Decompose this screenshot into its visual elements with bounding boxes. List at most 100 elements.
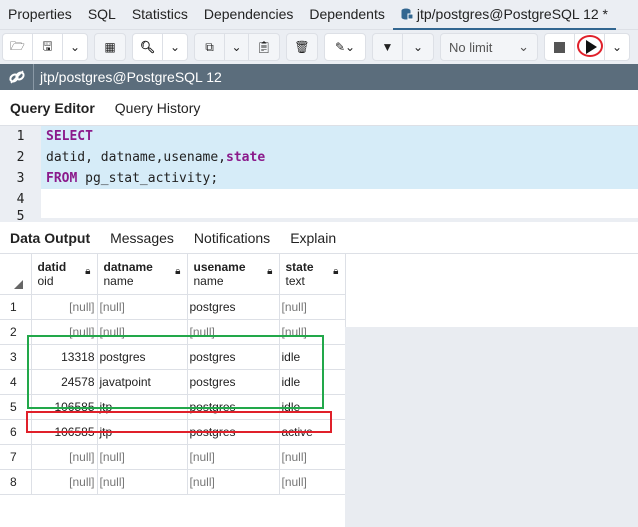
find-dropdown-button[interactable]: ⌄ bbox=[163, 34, 187, 60]
paste-button[interactable]: 📋︎ bbox=[249, 34, 279, 60]
tab-notifications[interactable]: Notifications bbox=[184, 230, 280, 246]
cell-datname[interactable]: jtp bbox=[97, 394, 188, 420]
filter-dropdown-button[interactable]: ⌄ bbox=[403, 34, 433, 60]
cell-datname[interactable]: [null] bbox=[97, 294, 188, 320]
cell-state[interactable]: [null] bbox=[279, 444, 346, 470]
cell-datid[interactable]: [null] bbox=[31, 444, 98, 470]
tab-properties[interactable]: Properties bbox=[0, 0, 80, 30]
data-grid: datid oid 🔒︎ datname name 🔒︎ usename name 🔒︎ s… bbox=[0, 254, 638, 527]
cell-usename[interactable]: [null] bbox=[187, 319, 280, 345]
row-number[interactable]: 6 bbox=[0, 419, 32, 445]
edit-group: ✎⌄ bbox=[324, 33, 366, 61]
cell-datname[interactable]: [null] bbox=[97, 469, 188, 495]
save-file-button[interactable]: 🖫 bbox=[33, 34, 63, 60]
copy-button[interactable]: ⧉ bbox=[195, 34, 225, 60]
find-group: 🔍︎ ⌄ bbox=[132, 33, 188, 61]
column-header-datid[interactable]: datid oid 🔒︎ bbox=[31, 254, 98, 295]
open-file-button[interactable]: 🗁 bbox=[3, 34, 33, 60]
cell-usename[interactable]: [null] bbox=[187, 444, 280, 470]
cell-state[interactable]: idle bbox=[279, 369, 346, 395]
table-row[interactable]: 7 [null] [null] [null] [null] bbox=[0, 444, 346, 470]
lock-icon: 🔒︎ bbox=[175, 266, 181, 277]
tab-dependencies[interactable]: Dependencies bbox=[196, 0, 302, 30]
select-all-corner[interactable] bbox=[0, 254, 32, 295]
execute-button[interactable] bbox=[575, 34, 605, 60]
table-row[interactable]: 2 [null] [null] [null] [null] bbox=[0, 319, 346, 345]
row-number[interactable]: 1 bbox=[0, 294, 32, 320]
panel-tabs: Properties SQL Statistics Dependencies D… bbox=[0, 0, 638, 30]
query-toolbar: 🗁 🖫 ⌄ ▦ 🔍︎ ⌄ ⧉ ⌄ 📋︎ 🗑 ✎⌄ ▼ ⌄ No limit ⌄ ⌄ bbox=[0, 30, 638, 64]
row-number[interactable]: 8 bbox=[0, 469, 32, 495]
cell-datname[interactable]: [null] bbox=[97, 444, 188, 470]
sql-editor[interactable]: 1 SELECT 2 datid, datname,usename,state … bbox=[0, 126, 638, 222]
row-number[interactable]: 7 bbox=[0, 444, 32, 470]
tab-dependents[interactable]: Dependents bbox=[301, 0, 393, 30]
cell-usename[interactable]: [null] bbox=[187, 469, 280, 495]
save-dropdown-button[interactable]: ⌄ bbox=[63, 34, 87, 60]
column-type: name bbox=[193, 273, 224, 288]
column-header-usename[interactable]: usename name 🔒︎ bbox=[187, 254, 280, 295]
tab-messages[interactable]: Messages bbox=[100, 230, 184, 246]
cell-datname[interactable]: javatpoint bbox=[97, 369, 188, 395]
tab-data-output[interactable]: Data Output bbox=[0, 230, 100, 246]
find-button[interactable]: 🔍︎ bbox=[133, 34, 163, 60]
cell-datid[interactable]: 106585 bbox=[31, 419, 98, 445]
cell-state[interactable]: active bbox=[279, 419, 346, 445]
row-number[interactable]: 4 bbox=[0, 369, 32, 395]
filter-button[interactable]: ▼ bbox=[373, 34, 403, 60]
row-number[interactable]: 5 bbox=[0, 394, 32, 420]
output-tabs: Data Output Messages Notifications Expla… bbox=[0, 222, 638, 254]
cell-usename[interactable]: postgres bbox=[187, 394, 280, 420]
edit-dropdown-button[interactable]: ✎⌄ bbox=[325, 34, 365, 60]
cell-datname[interactable]: postgres bbox=[97, 344, 188, 370]
line-code bbox=[41, 189, 638, 210]
execute-dropdown-button[interactable]: ⌄ bbox=[605, 34, 629, 60]
cell-datid[interactable]: 24578 bbox=[31, 369, 98, 395]
chevron-down-icon: ⌄ bbox=[412, 40, 424, 54]
cell-usename[interactable]: postgres bbox=[187, 294, 280, 320]
column-header-state[interactable]: state text 🔒︎ bbox=[279, 254, 346, 295]
tab-query-history[interactable]: Query History bbox=[105, 100, 211, 116]
tab-sql[interactable]: SQL bbox=[80, 0, 124, 30]
cell-state[interactable]: [null] bbox=[279, 294, 346, 320]
column-type: name bbox=[103, 273, 134, 288]
save-data-button[interactable]: ▦ bbox=[95, 34, 125, 60]
cell-state[interactable]: idle bbox=[279, 394, 346, 420]
line-number: 4 bbox=[0, 189, 41, 210]
cell-usename[interactable]: postgres bbox=[187, 344, 280, 370]
delete-button[interactable]: 🗑 bbox=[287, 34, 317, 60]
table-row[interactable]: 4 24578 javatpoint postgres idle bbox=[0, 369, 346, 395]
table-row[interactable]: 1 [null] [null] postgres [null] bbox=[0, 294, 346, 320]
tab-query-editor[interactable]: Query Editor bbox=[0, 100, 105, 116]
row-number[interactable]: 3 bbox=[0, 344, 32, 370]
cell-state[interactable]: [null] bbox=[279, 469, 346, 495]
stop-button[interactable] bbox=[545, 34, 575, 60]
code-text: datid, datname,usename, bbox=[46, 150, 227, 165]
cell-state[interactable]: [null] bbox=[279, 319, 346, 345]
cell-usename[interactable]: postgres bbox=[187, 419, 280, 445]
cell-datid[interactable]: 106585 bbox=[31, 394, 98, 420]
cell-datname[interactable]: jtp bbox=[97, 419, 188, 445]
line-code: datid, datname,usename,state bbox=[41, 147, 638, 168]
table-row[interactable]: 6 106585 jtp postgres active bbox=[0, 419, 346, 445]
table-row[interactable]: 5 106585 jtp postgres idle bbox=[0, 394, 346, 420]
cell-datid[interactable]: [null] bbox=[31, 294, 98, 320]
cell-datid[interactable]: [null] bbox=[31, 319, 98, 345]
filter-icon: ▼ bbox=[381, 40, 394, 54]
tab-explain[interactable]: Explain bbox=[280, 230, 346, 246]
cell-usename[interactable]: postgres bbox=[187, 369, 280, 395]
editor-line: 1 SELECT bbox=[0, 126, 638, 147]
cell-datid[interactable]: [null] bbox=[31, 469, 98, 495]
column-header-datname[interactable]: datname name 🔒︎ bbox=[97, 254, 188, 295]
cell-datname[interactable]: [null] bbox=[97, 319, 188, 345]
tab-statistics[interactable]: Statistics bbox=[124, 0, 196, 30]
limit-select[interactable]: No limit ⌄ bbox=[440, 33, 538, 61]
cell-datid[interactable]: 13318 bbox=[31, 344, 98, 370]
row-number[interactable]: 2 bbox=[0, 319, 32, 345]
tab-query-tool[interactable]: jtp/postgres@PostgreSQL 12 * bbox=[392, 0, 617, 30]
cell-state[interactable]: idle bbox=[279, 344, 346, 370]
table-row[interactable]: 3 13318 postgres postgres idle bbox=[0, 344, 346, 370]
table-row[interactable]: 8 [null] [null] [null] [null] bbox=[0, 469, 346, 495]
copy-dropdown-button[interactable]: ⌄ bbox=[225, 34, 249, 60]
connection-status-icon[interactable] bbox=[0, 64, 34, 90]
